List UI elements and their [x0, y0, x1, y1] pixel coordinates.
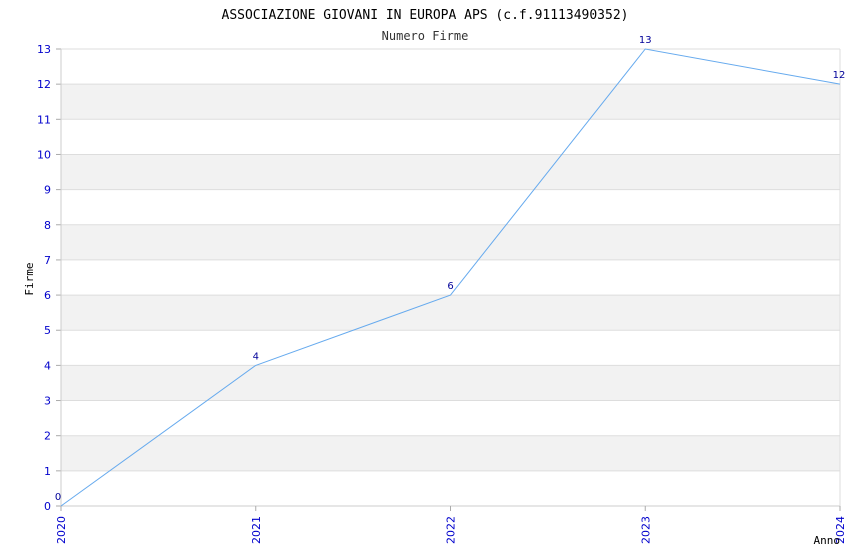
chart-subtitle: Numero Firme: [382, 29, 469, 43]
chart-title: ASSOCIAZIONE GIOVANI IN EUROPA APS (c.f.…: [222, 8, 629, 23]
grid-band: [61, 224, 840, 260]
y-tick-label: 4: [44, 359, 51, 372]
y-tick-label: 11: [37, 113, 51, 126]
x-tick-labels: 2020 2021 2022 2023 2024: [55, 516, 847, 544]
grid-band: [61, 435, 840, 471]
y-tick-label: 8: [44, 219, 51, 232]
data-label: 4: [253, 351, 259, 362]
grid-band: [61, 84, 840, 120]
y-tick-label: 1: [44, 465, 51, 478]
y-tick-labels: 012345678910111213: [37, 43, 51, 513]
y-axis-label: Firme: [23, 262, 36, 295]
y-tick-label: 5: [44, 324, 51, 337]
y-tick-label: 6: [44, 289, 51, 302]
y-tick-label: 3: [44, 395, 51, 408]
x-axis-label: Anno: [814, 534, 841, 547]
y-tick-label: 10: [37, 148, 51, 161]
y-tick-label: 0: [44, 500, 51, 513]
x-tick-label: 2022: [445, 516, 458, 544]
data-label: 13: [639, 35, 652, 46]
y-tick-label: 7: [44, 254, 51, 267]
grid-band: [61, 154, 840, 190]
data-label: 6: [447, 281, 453, 292]
grid-band: [61, 365, 840, 401]
y-tick-label: 13: [37, 43, 51, 56]
y-tick-label: 2: [44, 430, 51, 443]
x-tick-label: 2020: [55, 516, 68, 544]
data-label: 12: [833, 70, 846, 81]
grid-bands: [61, 84, 840, 471]
line-chart: ASSOCIAZIONE GIOVANI IN EUROPA APS (c.f.…: [23, 8, 847, 547]
y-tick-label: 12: [37, 78, 51, 91]
y-tick-label: 9: [44, 184, 51, 197]
data-label: 0: [55, 492, 61, 503]
grid-band: [61, 295, 840, 331]
x-tick-label: 2023: [639, 516, 652, 544]
x-tick-label: 2021: [250, 516, 263, 544]
